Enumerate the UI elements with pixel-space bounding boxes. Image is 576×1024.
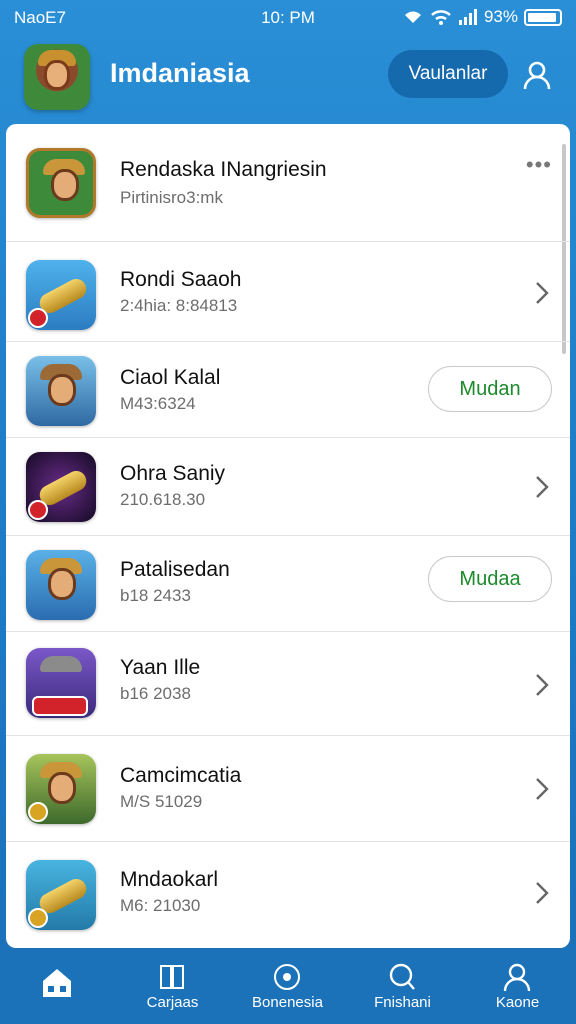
game-list: Rendaska INangriesin Pirtinisro3:mk ••• … — [6, 124, 570, 948]
list-item[interactable]: Ohra Saniy 210.618.30 — [6, 438, 570, 536]
nav-item-kaone[interactable]: Kaone — [460, 948, 575, 1024]
nav-item-fnishani[interactable]: Fnishani — [345, 948, 460, 1024]
home-icon — [43, 969, 71, 997]
list-item[interactable]: Rondi Saaoh 2:4hia: 8:84813 — [6, 242, 570, 342]
item-title: Mndaokarl — [120, 868, 219, 891]
item-title: Rendaska INangriesin — [120, 158, 327, 181]
nav-item-carjaas[interactable]: Carjaas — [115, 948, 230, 1024]
nav-item-bonenesia[interactable]: Bonenesia — [230, 948, 345, 1024]
game-icon — [26, 860, 96, 930]
book-icon — [160, 965, 184, 989]
app-logo — [24, 44, 90, 110]
signal-icon — [404, 11, 421, 23]
featured-list-item[interactable]: Rendaska INangriesin Pirtinisro3:mk ••• — [6, 124, 570, 242]
item-title: Rondi Saaoh — [120, 268, 242, 291]
item-subtitle: M6: 21030 — [120, 896, 201, 915]
item-subtitle: M/S 51029 — [120, 792, 203, 811]
item-title: Camcimcatia — [120, 764, 242, 787]
game-icon — [26, 452, 96, 522]
list-item[interactable]: Mndaokarl M6: 21030 — [6, 842, 570, 948]
action-button[interactable]: Mudaa — [428, 556, 552, 602]
user-icon[interactable] — [522, 60, 552, 90]
page-title: Imdaniasia — [110, 58, 250, 88]
chevron-right-icon — [536, 882, 549, 904]
game-icon — [26, 148, 96, 218]
app-header: Imdaniasia Vaulanlar — [0, 40, 576, 116]
search-icon — [389, 963, 415, 990]
circle-icon — [274, 964, 300, 990]
item-title: Patalisedan — [120, 558, 230, 581]
item-title: Yaan Ille — [120, 656, 201, 679]
chevron-right-icon — [536, 674, 549, 696]
list-item[interactable]: Camcimcatia M/S 51029 — [6, 736, 570, 842]
game-icon — [26, 648, 96, 718]
nav-label: Kaone — [495, 994, 540, 1011]
status-icons: 93% — [402, 7, 562, 27]
list-item[interactable]: Yaan Ille b16 2038 — [6, 632, 570, 736]
status-bar: NaoE7 10: PM 93% — [0, 0, 576, 36]
profile-icon — [503, 963, 531, 992]
more-icon[interactable]: ••• — [526, 152, 552, 178]
chevron-right-icon — [536, 282, 549, 304]
item-title: Ciaol Kalal — [120, 366, 221, 389]
game-icon — [26, 754, 96, 824]
item-subtitle: b16 2038 — [120, 684, 191, 703]
item-subtitle: 2:4hia: 8:84813 — [120, 296, 238, 315]
bottom-nav: Carjaas Bonenesia Fnishani Kaone — [0, 948, 576, 1024]
header-action-button[interactable]: Vaulanlar — [388, 50, 508, 98]
wifi-icon — [431, 10, 451, 25]
item-title: Ohra Saniy — [120, 462, 226, 485]
cell-signal-icon — [458, 9, 477, 25]
action-button[interactable]: Mudan — [428, 366, 552, 412]
nav-label: Fnishani — [374, 994, 431, 1011]
battery-icon — [524, 8, 562, 26]
nav-label: Bonenesia — [252, 994, 323, 1011]
list-item[interactable]: Ciaol Kalal M43:6324 Mudan — [6, 342, 570, 438]
game-icon — [26, 260, 96, 330]
chevron-right-icon — [536, 476, 549, 498]
nav-item-home[interactable] — [0, 948, 115, 1024]
game-icon — [26, 550, 96, 620]
item-subtitle: 210.618.30 — [120, 490, 206, 509]
chevron-right-icon — [536, 778, 549, 800]
item-subtitle: M43:6324 — [120, 394, 196, 413]
game-icon — [26, 356, 96, 426]
item-subtitle: Pirtinisro3:mk — [120, 188, 223, 207]
item-subtitle: b18 2433 — [120, 586, 191, 605]
nav-label: Carjaas — [146, 994, 199, 1011]
list-item[interactable]: Patalisedan b18 2433 Mudaa — [6, 536, 570, 632]
battery-percent: 93% — [483, 7, 518, 26]
